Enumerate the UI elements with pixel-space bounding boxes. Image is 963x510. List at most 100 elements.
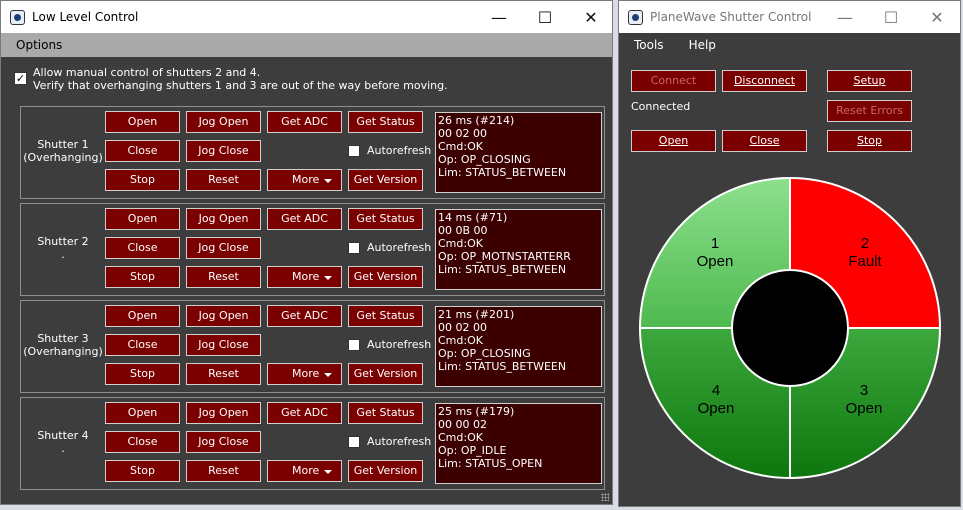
- manual-control-note: Allow manual control of shutters 2 and 4…: [33, 66, 448, 92]
- autorefresh-label: Autorefresh: [367, 338, 432, 351]
- reset-button[interactable]: Reset: [186, 460, 261, 482]
- pw-menu-bar: Tools Help: [619, 33, 960, 57]
- open-button-label: Open: [127, 212, 158, 225]
- quadrant-number: 4: [712, 382, 720, 399]
- get-status-button[interactable]: Get Status: [348, 402, 423, 424]
- shutter-group-1: Shutter 1 (Overhanging) Open Jog Open Get AD…: [20, 106, 605, 199]
- open-button[interactable]: Open: [105, 402, 180, 424]
- autorefresh-checkbox[interactable]: [348, 242, 360, 254]
- jog-open-button-label: Jog Open: [198, 115, 249, 128]
- get-version-button[interactable]: Get Version: [348, 169, 423, 191]
- reset-button[interactable]: Reset: [186, 169, 261, 191]
- note-line-2: Verify that overhanging shutters 1 and 3…: [33, 79, 448, 92]
- stop-button[interactable]: Stop: [105, 363, 180, 385]
- more-button[interactable]: More: [267, 169, 342, 191]
- jog-open-button[interactable]: Jog Open: [186, 305, 261, 327]
- status-line: 25 ms (#179): [438, 405, 515, 418]
- open-button[interactable]: Open: [105, 305, 180, 327]
- status-display: 21 ms (#201) 00 02 00 Cmd:OK Op: OP_CLOSING…: [435, 306, 602, 387]
- close-button-label: Close: [127, 241, 158, 254]
- chevron-down-icon: [324, 179, 332, 183]
- dome-center: [731, 269, 849, 387]
- reset-errors-button[interactable]: Reset Errors: [827, 100, 912, 122]
- jog-open-button[interactable]: Jog Open: [186, 402, 261, 424]
- window-title: Low Level Control: [32, 10, 139, 24]
- get-adc-button-label: Get ADC: [281, 115, 328, 128]
- open-button[interactable]: Open: [105, 111, 180, 133]
- pw-close-button[interactable]: ✕: [914, 1, 960, 33]
- autorefresh-checkbox[interactable]: [348, 436, 360, 448]
- quadrant-number: 3: [860, 382, 868, 399]
- get-version-button-label: Get Version: [353, 464, 418, 477]
- connect-button[interactable]: Connect: [631, 70, 716, 92]
- menu-help[interactable]: Help: [679, 38, 731, 52]
- more-button[interactable]: More: [267, 363, 342, 385]
- get-adc-button[interactable]: Get ADC: [267, 111, 342, 133]
- planewave-window: PlaneWave Shutter Control — ☐ ✕ Tools He…: [618, 0, 961, 507]
- close-button[interactable]: Close: [105, 431, 180, 453]
- chevron-down-icon: [324, 373, 332, 377]
- get-status-button[interactable]: Get Status: [348, 111, 423, 133]
- status-line: 00 02 00: [438, 321, 487, 334]
- get-adc-button-label: Get ADC: [281, 309, 328, 322]
- autorefresh-checkbox[interactable]: [348, 339, 360, 351]
- menu-tools[interactable]: Tools: [619, 38, 679, 52]
- shutter-dome-diagram: 1Open2Fault3Open4Open: [639, 177, 941, 479]
- disconnect-button[interactable]: Disconnect: [722, 70, 807, 92]
- open-button[interactable]: Open: [105, 208, 180, 230]
- get-version-button[interactable]: Get Version: [348, 266, 423, 288]
- get-version-button[interactable]: Get Version: [348, 460, 423, 482]
- more-button[interactable]: More: [267, 460, 342, 482]
- status-line: Op: OP_IDLE: [438, 444, 507, 457]
- shutter-label: Shutter 2: [37, 235, 89, 248]
- get-adc-button-label: Get ADC: [281, 212, 328, 225]
- minimize-button[interactable]: —: [476, 1, 522, 33]
- stop-button-label: Stop: [129, 173, 155, 186]
- get-adc-button[interactable]: Get ADC: [267, 208, 342, 230]
- menu-bar: Options: [1, 33, 612, 57]
- jog-close-button-label: Jog Close: [198, 241, 249, 254]
- get-version-button[interactable]: Get Version: [348, 363, 423, 385]
- close-button[interactable]: Close: [105, 237, 180, 259]
- get-status-button[interactable]: Get Status: [348, 208, 423, 230]
- get-adc-button-label: Get ADC: [281, 406, 328, 419]
- setup-button[interactable]: Setup: [827, 70, 912, 92]
- quadrant-number: 2: [861, 235, 869, 252]
- jog-close-button[interactable]: Jog Close: [186, 237, 261, 259]
- reset-button-label: Reset: [208, 173, 239, 186]
- autorefresh-checkbox[interactable]: [348, 145, 360, 157]
- close-button[interactable]: Close: [105, 334, 180, 356]
- allow-manual-checkbox[interactable]: ✓: [14, 72, 27, 85]
- close-button[interactable]: ✕: [568, 1, 614, 33]
- more-button[interactable]: More: [267, 266, 342, 288]
- reset-button[interactable]: Reset: [186, 266, 261, 288]
- close-button[interactable]: Close: [105, 140, 180, 162]
- get-version-button-label: Get Version: [353, 367, 418, 380]
- get-adc-button[interactable]: Get ADC: [267, 305, 342, 327]
- get-status-button[interactable]: Get Status: [348, 305, 423, 327]
- stop-button[interactable]: Stop: [105, 169, 180, 191]
- open-button-label: Open: [127, 115, 158, 128]
- resize-grip[interactable]: [601, 493, 609, 501]
- reset-button-label: Reset: [208, 367, 239, 380]
- reset-button[interactable]: Reset: [186, 363, 261, 385]
- jog-open-button[interactable]: Jog Open: [186, 111, 261, 133]
- jog-close-button[interactable]: Jog Close: [186, 431, 261, 453]
- menu-options[interactable]: Options: [1, 38, 77, 52]
- status-line: 26 ms (#214): [438, 114, 515, 127]
- jog-close-button[interactable]: Jog Close: [186, 334, 261, 356]
- status-line: 00 00 02: [438, 418, 487, 431]
- get-adc-button[interactable]: Get ADC: [267, 402, 342, 424]
- jog-open-button[interactable]: Jog Open: [186, 208, 261, 230]
- more-button-label: More: [292, 270, 320, 283]
- status-line: Lim: STATUS_OPEN: [438, 457, 543, 470]
- status-line: Op: OP_MOTNSTARTERR: [438, 250, 571, 263]
- jog-close-button-label: Jog Close: [198, 144, 249, 157]
- stop-button[interactable]: Stop: [105, 460, 180, 482]
- pw-minimize-button[interactable]: —: [822, 1, 868, 33]
- jog-close-button[interactable]: Jog Close: [186, 140, 261, 162]
- pw-window-title: PlaneWave Shutter Control: [650, 10, 812, 24]
- pw-maximize-button[interactable]: ☐: [868, 1, 914, 33]
- stop-button[interactable]: Stop: [105, 266, 180, 288]
- maximize-button[interactable]: ☐: [522, 1, 568, 33]
